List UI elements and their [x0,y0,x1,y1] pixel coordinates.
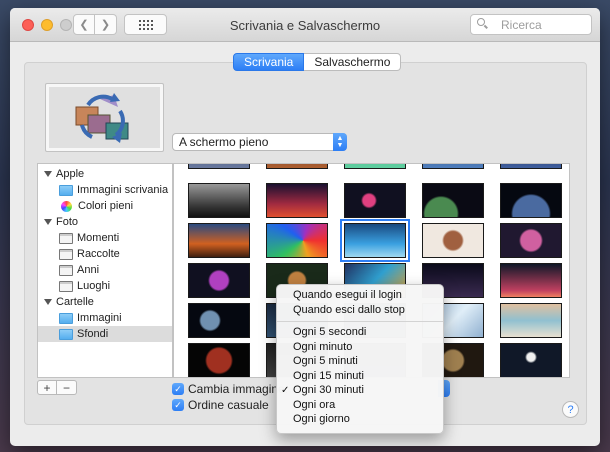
desktop-preview [45,83,164,152]
change-picture-checkbox[interactable]: ✓ Cambia immagine: [172,382,288,396]
wallpaper-thumbnail[interactable] [188,303,250,338]
wallpaper-thumbnail[interactable] [266,223,328,258]
remove-folder-button[interactable]: − [57,380,77,395]
wallpaper-thumbnail[interactable] [188,183,250,218]
wallpaper-thumbnail[interactable] [500,303,562,338]
random-order-checkbox[interactable]: ✓ Ordine casuale [172,398,269,412]
change-picture-label: Cambia immagine: [188,382,289,396]
sidebar-item-label: Immagini [77,312,122,324]
menu-item-5-minutes[interactable]: Ogni 5 minuti [277,354,443,369]
color-wheel-icon [61,200,72,212]
sidebar-item-luoghi[interactable]: Luoghi [38,278,172,294]
wallpaper-thumbnail[interactable] [188,164,250,169]
sidebar-group-label: Apple [56,168,85,180]
wallpaper-thumbnail[interactable] [266,164,328,169]
wallpaper-thumbnail[interactable] [500,263,562,298]
sidebar-item-label: Luoghi [77,280,111,292]
sidebar-item-label: Raccolte [77,248,120,260]
tab-bar: Scrivania Salvaschermo [233,53,402,71]
sidebar-item-anni[interactable]: Anni [38,262,172,278]
wallpaper-thumbnail[interactable] [500,164,562,169]
wallpaper-thumbnail[interactable] [188,263,250,298]
folder-icon [59,184,73,196]
sidebar-group-foto[interactable]: Foto [38,214,172,230]
wallpaper-thumbnail[interactable] [188,343,250,377]
search-placeholder: Ricerca [501,17,542,32]
random-order-label: Ordine casuale [188,398,269,412]
source-list: Apple Immagini scrivania Colori pieni Fo… [37,163,173,378]
folder-icon [59,312,73,324]
sidebar-group-cartelle[interactable]: Cartelle [38,294,172,310]
menu-item-label: Ogni 30 minuti [293,384,364,397]
search-field[interactable]: Ricerca [470,14,592,35]
preferences-window: ❮ ❯ Scrivania e Salvaschermo Ricerca Scr… [10,8,600,446]
interval-menu: Quando esegui il login Quando esci dallo… [276,284,444,434]
checkmark-icon: ✓ [281,384,290,396]
wallpaper-thumbnail[interactable] [500,343,562,377]
menu-item-5-seconds[interactable]: Ogni 5 secondi [277,325,443,340]
checkmark-icon: ✓ [172,399,184,411]
sidebar-item-momenti[interactable]: Momenti [38,230,172,246]
sidebar-group-apple[interactable]: Apple [38,166,172,182]
wallpaper-thumbnail[interactable] [422,183,484,218]
sidebar-group-label: Foto [56,216,79,228]
rotating-photos-icon [75,93,129,143]
wallpaper-thumbnail[interactable] [422,164,484,169]
photos-icon [59,232,73,244]
menu-item-15-minutes[interactable]: Ogni 15 minuti [277,369,443,384]
wallpaper-thumbnail[interactable] [500,183,562,218]
updown-arrows-icon: ▲ ▼ [333,133,347,151]
sidebar-item-label: Anni [77,264,100,276]
sidebar-item-label: Colori pieni [78,200,134,212]
sidebar-item-colori-pieni[interactable]: Colori pieni [38,198,172,214]
tab-scrivania[interactable]: Scrivania [233,53,305,71]
disclosure-triangle-icon[interactable] [44,171,52,177]
title-bar: ❮ ❯ Scrivania e Salvaschermo Ricerca [10,8,600,42]
menu-item-daily[interactable]: Ogni giorno [277,412,443,427]
tab-salvaschermo[interactable]: Salvaschermo [304,53,402,71]
menu-separator [277,321,443,322]
disclosure-triangle-icon[interactable] [44,219,52,225]
wallpaper-thumbnail[interactable] [344,183,406,218]
photos-icon [59,264,73,276]
sidebar-item-sfondi[interactable]: Sfondi [38,326,172,342]
add-remove-buttons: + − [37,380,77,395]
sidebar-item-immagini-scrivania[interactable]: Immagini scrivania [38,182,172,198]
wallpaper-thumbnail-selected[interactable] [340,219,410,262]
search-icon [477,18,485,26]
fit-mode-value: A schermo pieno [179,135,269,149]
photos-icon [59,280,73,292]
menu-item-30-minutes[interactable]: ✓ Ogni 30 minuti [277,383,443,398]
wallpaper-thumbnail[interactable] [344,164,406,169]
help-button[interactable]: ? [562,401,579,418]
wallpaper-thumbnail[interactable] [500,223,562,258]
wallpaper-thumbnail[interactable] [188,223,250,258]
sidebar-item-immagini[interactable]: Immagini [38,310,172,326]
photos-icon [59,248,73,260]
wallpaper-thumbnail[interactable] [422,223,484,258]
sidebar-item-raccolte[interactable]: Raccolte [38,246,172,262]
menu-item-login[interactable]: Quando esegui il login [277,288,443,303]
sidebar-item-label: Immagini scrivania [77,184,169,196]
sidebar-item-label: Momenti [77,232,120,244]
sidebar-item-label: Sfondi [77,328,109,340]
wallpaper-thumbnail[interactable] [266,183,328,218]
add-folder-button[interactable]: + [37,380,57,395]
checkmark-icon: ✓ [172,383,184,395]
fit-mode-popup[interactable]: A schermo pieno ▲ ▼ [172,133,347,151]
menu-item-wake[interactable]: Quando esci dallo stop [277,303,443,318]
folder-icon [59,328,73,340]
menu-item-hourly[interactable]: Ogni ora [277,398,443,413]
sidebar-group-label: Cartelle [56,296,94,308]
disclosure-triangle-icon[interactable] [44,299,52,305]
menu-item-1-minute[interactable]: Ogni minuto [277,340,443,355]
